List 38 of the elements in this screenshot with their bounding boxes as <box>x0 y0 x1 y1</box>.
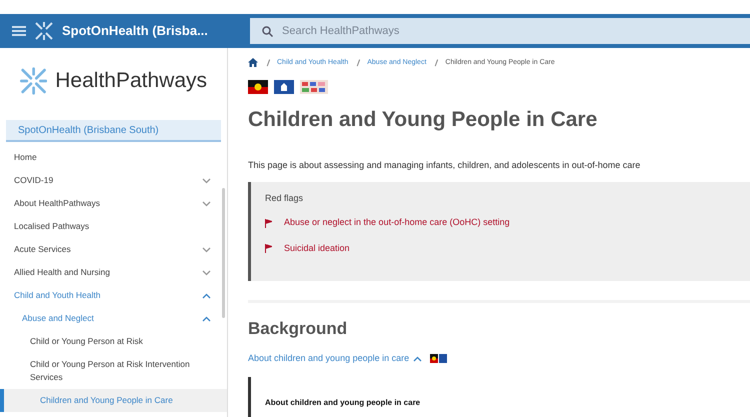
site-name: SpotOnHealth (Brisba... <box>62 22 208 40</box>
chevron-down-icon[interactable] <box>202 247 211 253</box>
chevron-up-icon[interactable] <box>202 316 211 322</box>
nav-item[interactable]: Localised Pathways <box>14 220 90 233</box>
nav-item[interactable]: Abuse and Neglect <box>22 312 94 325</box>
flag-icon <box>265 244 272 254</box>
panel-heading: Red flags <box>265 192 304 205</box>
nav-item[interactable]: About HealthPathways <box>14 197 100 210</box>
nav-item[interactable]: Allied Health and Nursing <box>14 266 110 279</box>
logo-text: HealthPathways <box>55 68 207 94</box>
flag-icon <box>430 354 448 364</box>
flag-icon <box>300 80 328 94</box>
nav-item[interactable]: Child or Young Person at Risk <box>30 335 143 348</box>
section-heading: Background <box>248 318 348 340</box>
page-title: Children and Young People in Care <box>248 106 598 133</box>
flag-icon <box>274 80 294 94</box>
nav-item[interactable]: Acute Services <box>14 243 71 256</box>
nav-item[interactable]: Home <box>14 151 37 164</box>
flag-icon <box>265 218 272 228</box>
flag-icon <box>248 80 268 94</box>
warning-item: Suicidal ideation <box>284 242 350 255</box>
chevron-down-icon[interactable] <box>202 178 211 184</box>
warning-item: Abuse or neglect in the out-of-home care (OoHC) setting <box>284 216 510 230</box>
nav-item[interactable]: Child and Youth Health <box>14 289 100 302</box>
scrollbar[interactable] <box>222 188 225 318</box>
nav-item[interactable]: COVID-19 <box>14 174 54 187</box>
chevron-down-icon[interactable] <box>202 201 211 207</box>
search-field[interactable]: Search HealthPathways <box>250 18 750 44</box>
toggle-link[interactable]: About children and young people in care <box>248 352 422 366</box>
logo-icon <box>34 21 54 41</box>
chevron-up-icon[interactable] <box>202 293 211 299</box>
menu-icon[interactable] <box>12 25 26 37</box>
nav-item[interactable]: Child or Young Person at Risk Intervention Services <box>30 358 190 384</box>
chevron-down-icon[interactable] <box>202 270 211 276</box>
home-icon[interactable] <box>248 58 258 68</box>
intro-text: This page is about assessing and managing infants, children, and adolescents in out-of-home care <box>248 159 642 172</box>
search-icon <box>262 26 273 37</box>
panel-heading: About children and young people in care <box>265 398 420 408</box>
